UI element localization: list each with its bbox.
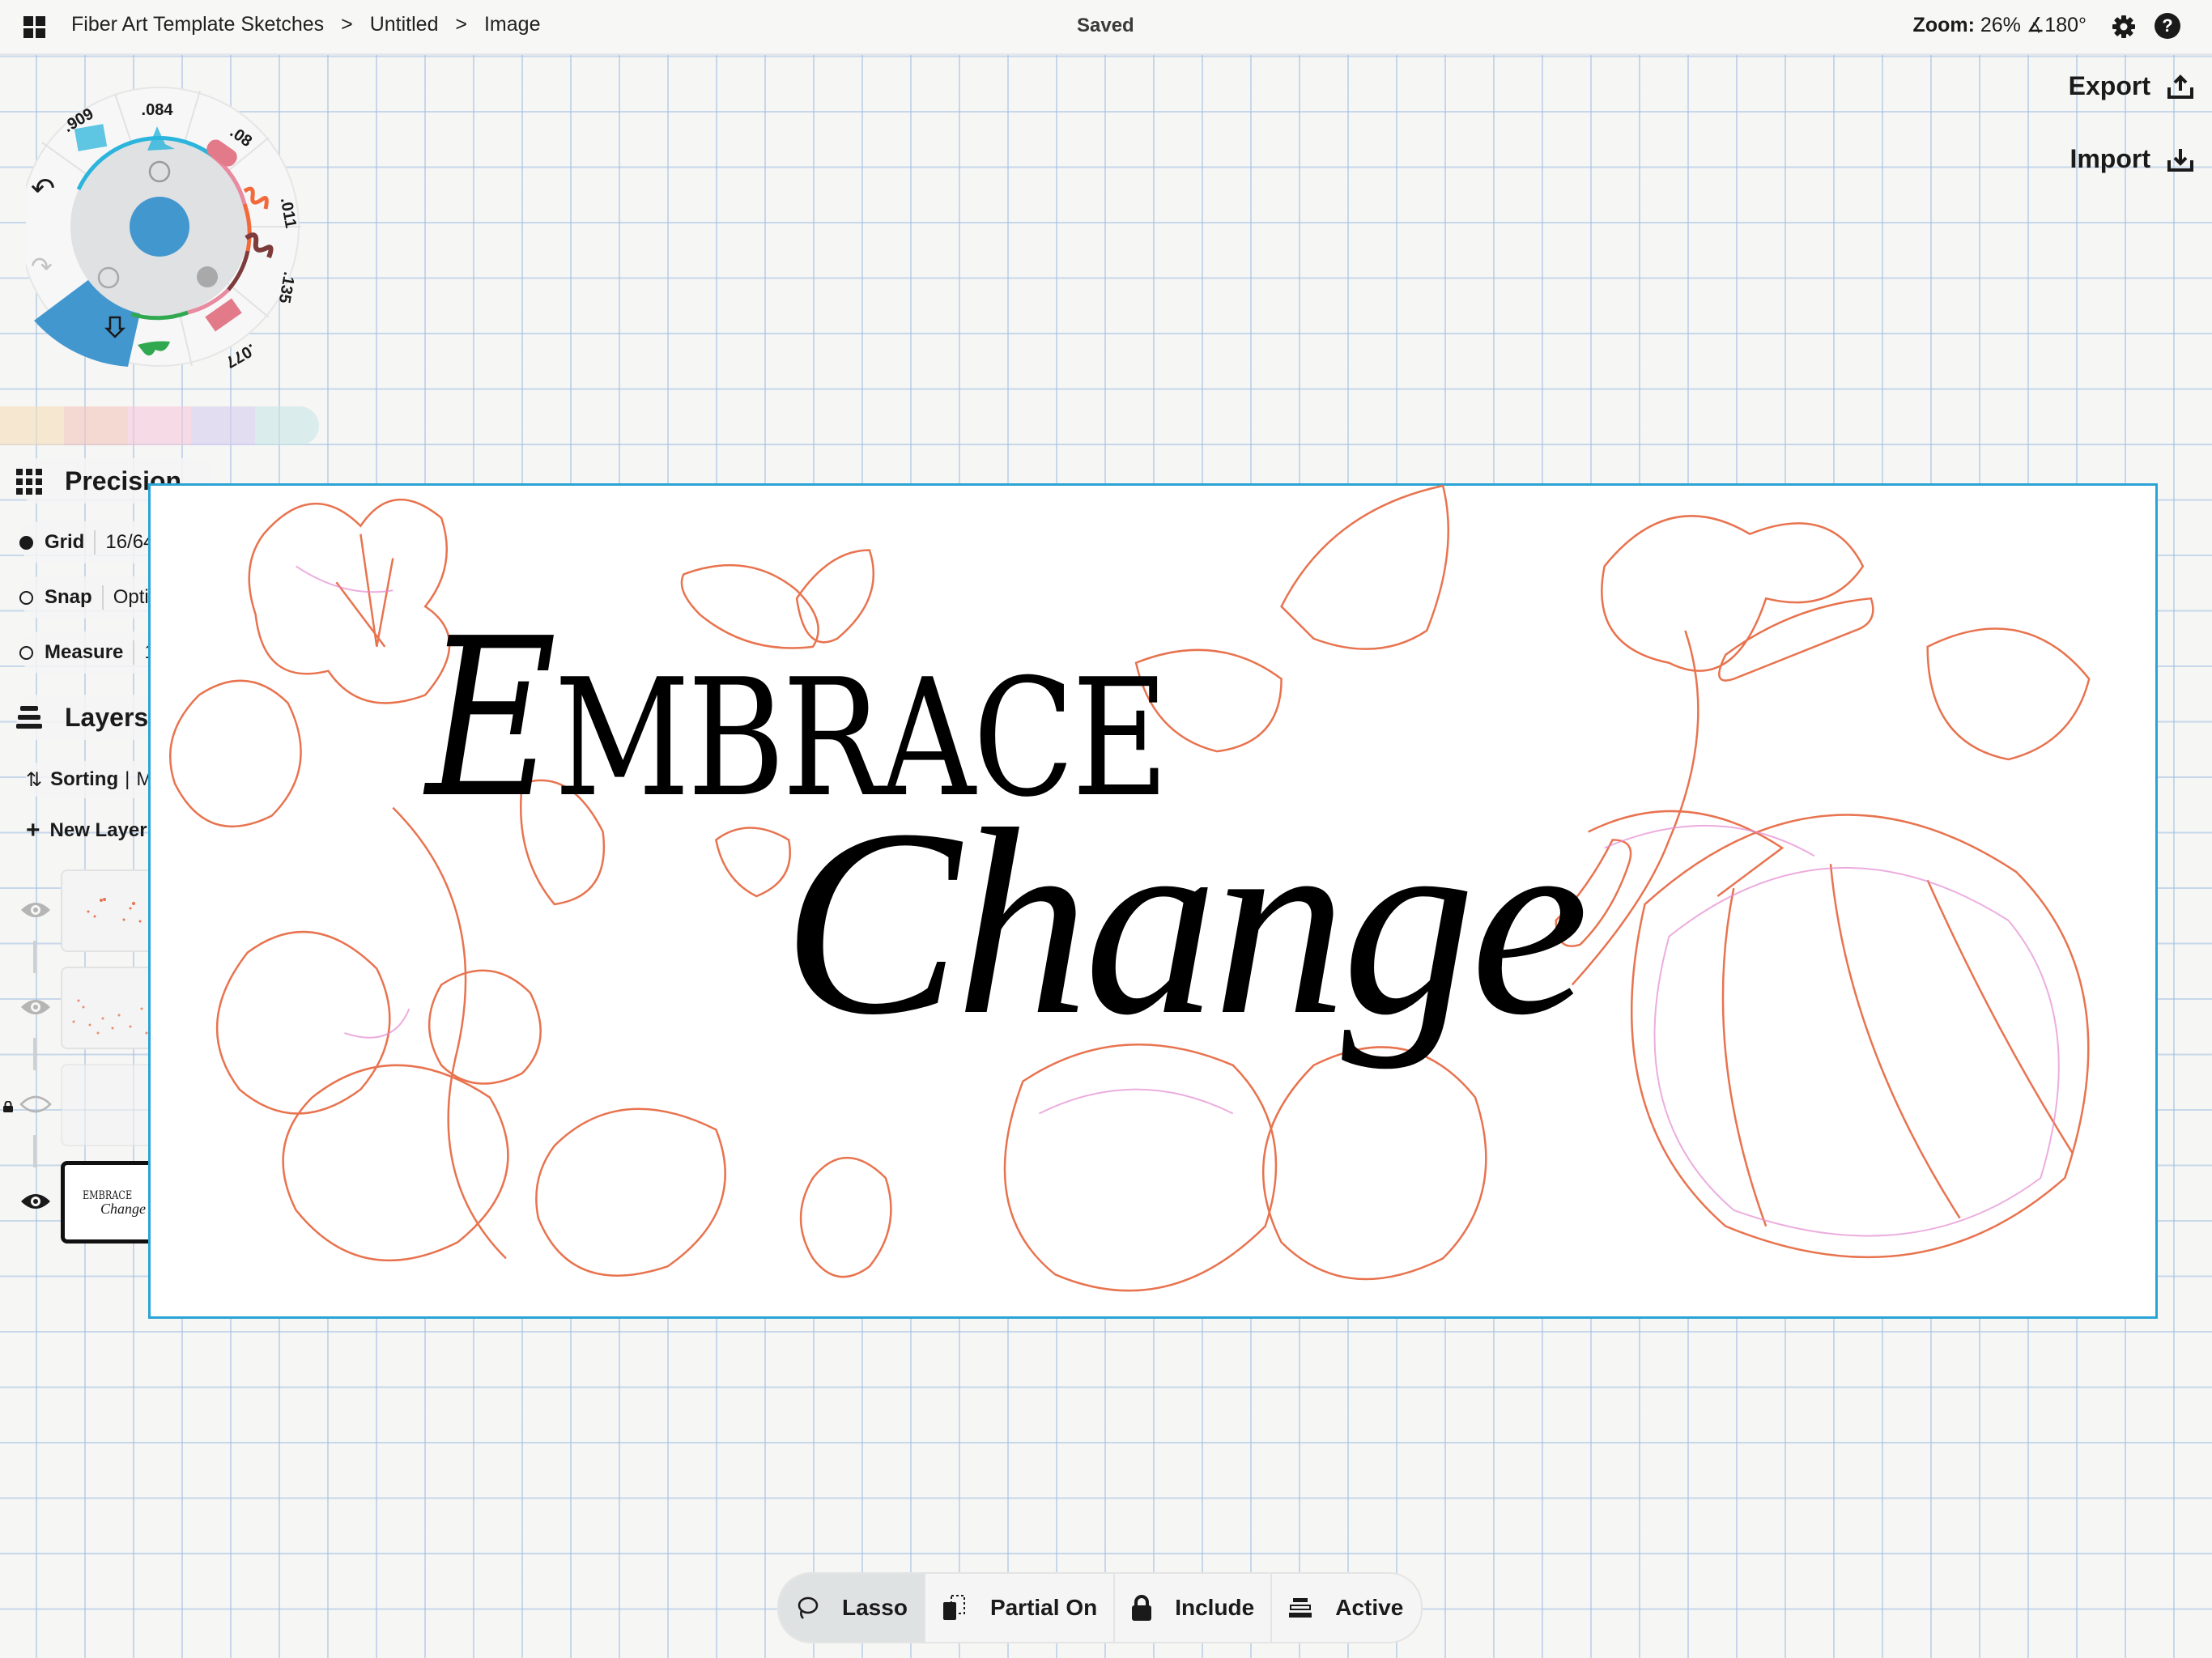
include-button[interactable]: Include <box>1115 1574 1273 1642</box>
pumpkin-small <box>1262 1046 1487 1281</box>
divider <box>101 585 104 610</box>
lasso-icon <box>798 1596 819 1619</box>
color-swatches[interactable] <box>0 406 319 445</box>
redo-icon[interactable]: ↷ <box>31 251 53 282</box>
leaf-outline <box>248 499 451 704</box>
breadcrumb-layer[interactable]: Image <box>484 13 540 36</box>
color-swatch[interactable] <box>0 406 64 445</box>
breadcrumb-separator: > <box>455 13 468 36</box>
pumpkin-accent <box>1653 866 2060 1237</box>
pumpkin-stem <box>1588 810 1784 898</box>
partial-select-icon <box>942 1595 965 1620</box>
save-status: Saved <box>1077 15 1134 36</box>
flower-outline <box>428 969 542 1085</box>
lasso-label: Lasso <box>842 1595 908 1620</box>
new-layer-button[interactable]: + New Layer <box>26 813 147 848</box>
export-label: Export <box>2068 71 2150 100</box>
eye-icon[interactable] <box>19 1192 52 1211</box>
layers-icon <box>1289 1598 1312 1618</box>
eye-icon[interactable] <box>19 900 52 920</box>
brush-wheel[interactable]: .909 .084 .08 .011 .135 .077 <box>26 78 309 377</box>
sorting-label: Sorting <box>50 768 119 790</box>
vine <box>392 806 507 1260</box>
color-picker <box>130 197 189 257</box>
breadcrumb-gallery[interactable]: Fiber Art Template Sketches <box>71 13 324 36</box>
import-label: Import <box>2069 144 2150 173</box>
download-icon <box>2167 148 2193 172</box>
leaf-outline <box>282 1064 509 1262</box>
flower-outline <box>799 1157 892 1278</box>
pumpkin-small <box>1003 1044 1278 1292</box>
lasso-button[interactable]: Lasso <box>779 1574 925 1642</box>
help-icon[interactable]: ? <box>2155 13 2180 39</box>
rotation-value: ∡180° <box>2026 14 2087 36</box>
divider <box>133 640 135 665</box>
grid-value[interactable]: 16/64 <box>105 531 154 554</box>
layers-icon <box>16 706 42 729</box>
grid-label: Grid <box>45 531 85 553</box>
breadcrumb-drawing[interactable]: Untitled <box>370 13 439 36</box>
snap-radio[interactable] <box>19 590 33 605</box>
leaf-outline <box>535 1107 726 1277</box>
caterpillar <box>1718 597 1874 682</box>
new-layer-label: New Layer <box>49 819 147 841</box>
plus-icon: + <box>26 817 40 844</box>
active-label: Active <box>1335 1595 1404 1620</box>
butterfly-outline <box>1134 484 1449 753</box>
eye-hidden-icon[interactable] <box>19 1095 52 1114</box>
precision-icon <box>16 469 42 495</box>
breadcrumb: Fiber Art Template Sketches > Untitled >… <box>71 13 551 36</box>
snap-label: Snap <box>45 586 92 608</box>
color-swatch[interactable] <box>127 406 192 445</box>
import-button[interactable]: Import <box>2069 144 2194 174</box>
include-label: Include <box>1175 1595 1255 1620</box>
lock-icon <box>1132 1595 1152 1621</box>
gallery-grid-icon[interactable] <box>23 16 46 39</box>
undo-icon[interactable]: ↶ <box>31 172 55 206</box>
divider <box>94 530 96 555</box>
zoom-readout[interactable]: Zoom: 26% ∡180° <box>1913 13 2087 37</box>
headline-initial: E <box>426 591 557 846</box>
selection-toolbar: Lasso Partial On Include Active <box>777 1572 1423 1643</box>
script-change: Change <box>782 775 1589 1070</box>
zoom-value: 26% <box>1980 14 2021 36</box>
measure-label: Measure <box>45 641 124 663</box>
opacity-icon <box>197 266 218 287</box>
leaf-outline <box>1926 627 2091 761</box>
leaf-outline <box>169 679 302 828</box>
drawing-canvas[interactable]: EMBRACE Change <box>148 483 2158 1319</box>
pumpkin-accent <box>1604 824 1815 857</box>
pumpkin-outline <box>1630 814 2090 1259</box>
breadcrumb-separator: > <box>341 13 353 36</box>
lock-icon[interactable] <box>2 1101 14 1112</box>
export-button[interactable]: Export <box>2069 71 2194 101</box>
thumbnail-script: Change <box>100 1201 146 1217</box>
upload-icon <box>2167 74 2193 99</box>
partial-on-button[interactable]: Partial On <box>925 1574 1116 1642</box>
zoom-label: Zoom: <box>1912 14 1975 36</box>
sort-icon: ⇅ <box>26 768 43 791</box>
leaf-accent <box>296 565 410 1039</box>
tool-size-label: .084 <box>142 101 174 119</box>
color-swatch[interactable] <box>63 406 128 445</box>
active-button[interactable]: Active <box>1272 1574 1421 1642</box>
flower-outline <box>215 930 391 1115</box>
sorting-separator: | <box>125 768 130 790</box>
pumpkin-accent <box>1038 1088 1234 1115</box>
leaf-veins <box>335 534 394 648</box>
color-swatch[interactable] <box>191 406 256 445</box>
gear-icon[interactable] <box>2111 14 2137 40</box>
pumpkin-rib <box>1721 864 2074 1227</box>
color-swatch[interactable] <box>255 406 319 445</box>
leaf-outline <box>1601 515 1865 672</box>
top-bar: Fiber Art Template Sketches > Untitled >… <box>0 0 2212 55</box>
measure-radio[interactable] <box>19 645 33 660</box>
partial-on-label: Partial On <box>989 1595 1098 1620</box>
layers-title: Layers <box>65 702 149 732</box>
eye-icon[interactable] <box>19 997 52 1017</box>
grid-radio[interactable] <box>19 535 33 550</box>
